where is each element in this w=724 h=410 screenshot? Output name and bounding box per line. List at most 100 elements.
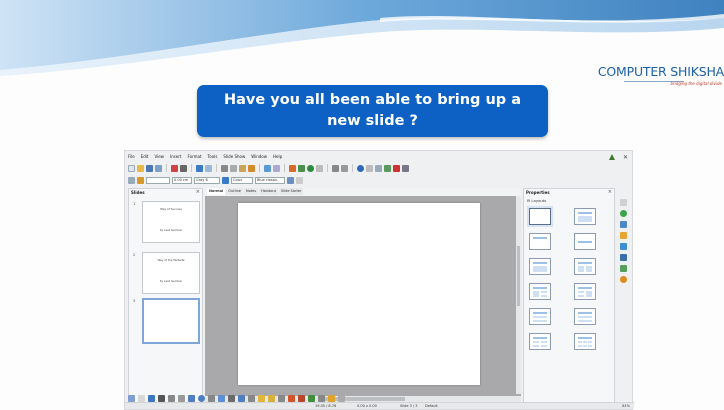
points-icon[interactable] — [278, 394, 285, 402]
vertical-scrollbar[interactable] — [516, 196, 521, 394]
media-icon[interactable] — [316, 164, 323, 172]
line-color-select[interactable]: Gray 6 — [194, 176, 220, 184]
menu-help[interactable]: Help — [273, 154, 282, 162]
rectangle-icon[interactable] — [188, 394, 195, 402]
arrow-icon[interactable] — [178, 394, 185, 402]
save-icon[interactable] — [146, 164, 153, 172]
print-icon[interactable] — [180, 164, 187, 172]
image-icon[interactable] — [288, 394, 295, 402]
layout-two-content-content[interactable] — [574, 283, 596, 300]
open-icon[interactable] — [137, 164, 144, 172]
shadow-icon[interactable] — [328, 394, 335, 402]
new-icon[interactable] — [128, 164, 135, 172]
master-slide-icon[interactable] — [402, 164, 409, 172]
layout-blank[interactable] — [529, 208, 551, 225]
table-icon[interactable] — [298, 164, 305, 172]
text-icon[interactable] — [148, 394, 155, 402]
tab-normal[interactable]: Normal — [207, 188, 226, 195]
slide-layout-icon[interactable] — [393, 164, 400, 172]
copy-icon[interactable] — [230, 164, 237, 172]
gallery-icon[interactable] — [619, 265, 627, 272]
tab-handout[interactable]: Handout — [259, 188, 279, 195]
navigator-icon[interactable] — [619, 276, 627, 283]
paste-icon[interactable] — [239, 164, 246, 172]
layout-centered-text[interactable] — [574, 233, 596, 250]
stars-icon[interactable] — [268, 394, 275, 402]
email-icon[interactable] — [155, 164, 162, 172]
close-icon[interactable]: × — [196, 189, 200, 195]
area-icon[interactable] — [222, 176, 229, 184]
properties-icon[interactable] — [619, 210, 627, 217]
fontwork-icon[interactable] — [158, 394, 165, 402]
helplines-icon[interactable] — [384, 164, 391, 172]
menu-tools[interactable]: Tools — [208, 154, 218, 162]
layout-six-content[interactable] — [574, 333, 596, 350]
3d-objects-icon[interactable] — [318, 394, 325, 402]
styles-icon[interactable] — [619, 254, 627, 261]
layout-title-content[interactable] — [574, 208, 596, 225]
navigator-icon[interactable] — [332, 164, 339, 172]
layout-title-two-content[interactable] — [574, 258, 596, 275]
line-style-select[interactable] — [146, 176, 170, 184]
shadow-icon[interactable] — [287, 176, 294, 184]
menu-view[interactable]: View — [154, 154, 164, 162]
tab-outline[interactable]: Outline — [226, 188, 243, 195]
slide-thumbnail-2[interactable]: Way of the Website by Last Gardner — [142, 252, 200, 294]
scrollbar-thumb[interactable] — [517, 246, 520, 306]
layout-title-content-side[interactable] — [574, 308, 596, 325]
help-icon[interactable] — [357, 164, 364, 172]
slide-transition-icon[interactable] — [619, 221, 627, 228]
tab-notes[interactable]: Notes — [243, 188, 259, 195]
menu-insert[interactable]: Insert — [170, 154, 181, 162]
symbol-shapes-icon[interactable] — [228, 394, 235, 402]
layout-title-only[interactable] — [529, 233, 551, 250]
redo-icon[interactable] — [273, 164, 280, 172]
menu-slide-show[interactable]: Slide Show — [223, 154, 245, 162]
callouts-icon[interactable] — [258, 394, 265, 402]
gallery-icon[interactable] — [341, 164, 348, 172]
flowchart-icon[interactable] — [248, 394, 255, 402]
close-icon[interactable]: ✕ — [623, 154, 628, 161]
undo-icon[interactable] — [264, 164, 271, 172]
layout-title-content-over[interactable] — [529, 308, 551, 325]
close-icon[interactable]: × — [608, 189, 612, 195]
block-arrows-icon[interactable] — [238, 394, 245, 402]
export-pdf-icon[interactable] — [171, 164, 178, 172]
clone-formatting-icon[interactable] — [248, 164, 255, 172]
basic-shapes-icon[interactable] — [218, 394, 225, 402]
cut-icon[interactable] — [221, 164, 228, 172]
menu-format[interactable]: Format — [187, 154, 201, 162]
fontwork-icon[interactable] — [366, 164, 373, 172]
tab-slide-sorter[interactable]: Slide Sorter — [279, 188, 304, 195]
display-grid-icon[interactable] — [375, 164, 382, 172]
spellcheck-icon[interactable] — [196, 164, 203, 172]
select-icon[interactable] — [128, 176, 135, 184]
toggle-extrusion-icon[interactable] — [338, 394, 345, 402]
more-options-icon[interactable] — [296, 176, 303, 184]
select-icon[interactable] — [128, 394, 135, 402]
menu-window[interactable]: Window — [251, 154, 267, 162]
animation-icon[interactable] — [619, 232, 627, 239]
slide-thumbnail-1[interactable]: Way of Success by Last Gardner — [142, 201, 200, 243]
image-icon[interactable] — [307, 164, 314, 172]
autospell-icon[interactable] — [205, 164, 212, 172]
zoom-level[interactable]: 81% — [622, 404, 630, 408]
menu-file[interactable]: File — [128, 154, 135, 162]
chart-icon[interactable] — [298, 394, 305, 402]
fill-type-select[interactable]: Color — [231, 176, 253, 184]
master-slides-icon[interactable] — [619, 243, 627, 250]
sidebar-menu-icon[interactable] — [619, 199, 627, 206]
connector-icon[interactable] — [208, 394, 215, 402]
line-icon[interactable] — [168, 394, 175, 402]
fill-color-select[interactable]: Blue classic — [255, 176, 285, 184]
menu-edit[interactable]: Edit — [141, 154, 149, 162]
layout-four-content[interactable] — [529, 333, 551, 350]
slide-thumbnail-3[interactable] — [142, 298, 200, 344]
chart-icon[interactable] — [289, 164, 296, 172]
layout-title-content-2[interactable] — [529, 258, 551, 275]
slide-canvas[interactable] — [238, 203, 480, 385]
line-width-field[interactable]: 0.00 cm — [172, 176, 192, 184]
table-icon[interactable] — [308, 394, 315, 402]
layout-title-content-two[interactable] — [529, 283, 551, 300]
ellipse-icon[interactable] — [198, 394, 205, 402]
